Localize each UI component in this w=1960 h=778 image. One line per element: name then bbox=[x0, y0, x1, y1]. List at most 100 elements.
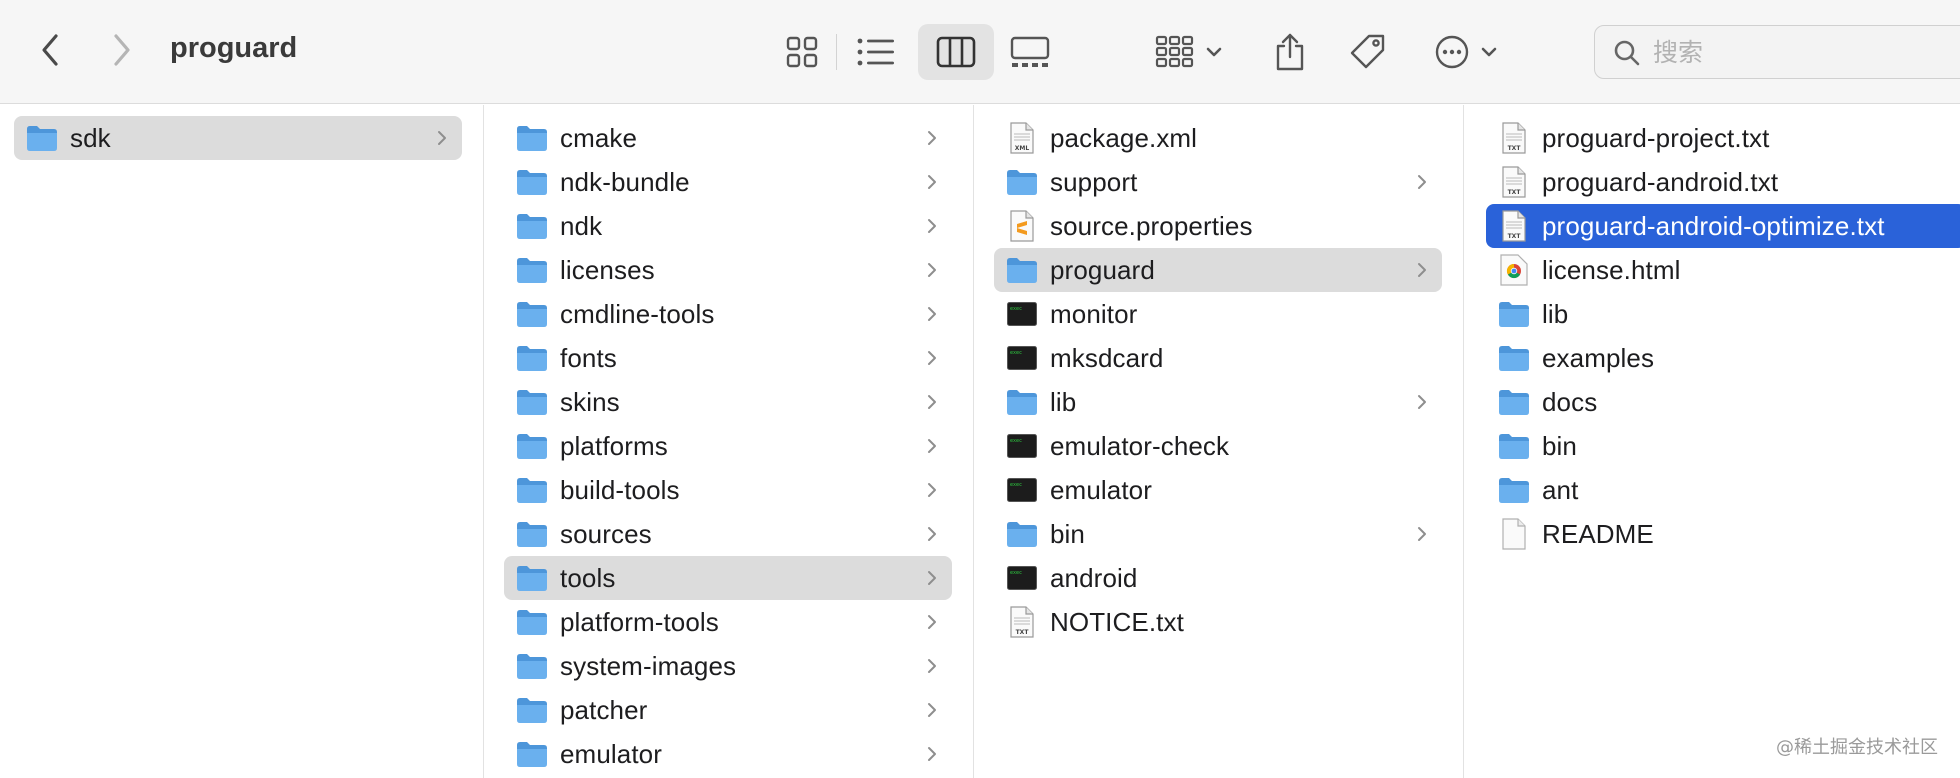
list-item-label: proguard bbox=[1050, 254, 1155, 285]
list-item[interactable]: exec monitor bbox=[994, 292, 1442, 336]
list-item-label: source.properties bbox=[1050, 210, 1253, 241]
list-item[interactable]: exec android bbox=[994, 556, 1442, 600]
list-item[interactable]: cmake bbox=[504, 116, 952, 160]
more-actions-button[interactable] bbox=[1426, 24, 1506, 80]
list-item[interactable]: cmdline-tools bbox=[504, 292, 952, 336]
list-item[interactable]: sources bbox=[504, 512, 952, 556]
folder-icon bbox=[1006, 386, 1038, 418]
svg-text:XML: XML bbox=[1015, 145, 1030, 152]
list-item[interactable]: support bbox=[994, 160, 1442, 204]
list-item-label: proguard-android.txt bbox=[1542, 166, 1779, 197]
search-icon bbox=[1614, 40, 1640, 66]
gallery-view-button[interactable] bbox=[1002, 24, 1058, 80]
folder-icon bbox=[1498, 430, 1530, 462]
list-item-label: cmdline-tools bbox=[560, 298, 715, 329]
window-title: proguard bbox=[170, 32, 298, 64]
txt-file-icon: TXT bbox=[1498, 122, 1530, 154]
folder-icon bbox=[516, 518, 548, 550]
list-item-label: emulator bbox=[560, 738, 662, 769]
list-item[interactable]: emulator bbox=[504, 732, 952, 776]
list-item[interactable]: bin bbox=[1486, 424, 1960, 468]
folder-icon bbox=[516, 342, 548, 374]
list-item-label: lib bbox=[1542, 298, 1569, 329]
folder-icon bbox=[516, 254, 548, 286]
list-item-label: bin bbox=[1050, 518, 1085, 549]
list-item-label: examples bbox=[1542, 342, 1655, 373]
list-view-button[interactable] bbox=[848, 24, 904, 80]
list-item[interactable]: TXT proguard-android.txt bbox=[1486, 160, 1960, 204]
list-item-label: platform-tools bbox=[560, 606, 719, 637]
list-item[interactable]: docs bbox=[1486, 380, 1960, 424]
list-item[interactable]: system-images bbox=[504, 644, 952, 688]
folder-icon bbox=[1498, 386, 1530, 418]
search-field[interactable] bbox=[1594, 25, 1960, 79]
list-item[interactable]: exec emulator bbox=[994, 468, 1442, 512]
chevron-left-icon bbox=[42, 34, 58, 66]
list-item[interactable]: source.properties bbox=[994, 204, 1442, 248]
list-item-label: README bbox=[1542, 518, 1654, 549]
list-item[interactable]: ndk bbox=[504, 204, 952, 248]
list-item[interactable]: license.html bbox=[1486, 248, 1960, 292]
list-item-label: sources bbox=[560, 518, 652, 549]
column-4: TXT proguard-project.txt TXT proguard-andro… bbox=[1464, 105, 1960, 778]
txt-file-icon: TXT bbox=[1498, 166, 1530, 198]
chevron-right-icon bbox=[926, 744, 938, 764]
list-item[interactable]: licenses bbox=[504, 248, 952, 292]
list-item[interactable]: lib bbox=[994, 380, 1442, 424]
terminal-exec-icon: exec bbox=[1006, 298, 1038, 330]
chevron-right-icon bbox=[926, 172, 938, 192]
group-by-button[interactable] bbox=[1150, 24, 1228, 80]
list-item-label: cmake bbox=[560, 122, 638, 153]
column-view-button[interactable] bbox=[918, 24, 994, 80]
list-item-label: mksdcard bbox=[1050, 342, 1164, 373]
txt-file-icon: TXT bbox=[1006, 606, 1038, 638]
chevron-right-icon bbox=[926, 524, 938, 544]
list-item[interactable]: TXT NOTICE.txt bbox=[994, 600, 1442, 644]
list-item[interactable]: ant bbox=[1486, 468, 1960, 512]
folder-icon bbox=[516, 650, 548, 682]
share-icon bbox=[1276, 33, 1304, 71]
folder-icon bbox=[516, 430, 548, 462]
list-item[interactable]: tools bbox=[504, 556, 952, 600]
chevron-right-icon bbox=[436, 128, 448, 148]
list-item-label: android bbox=[1050, 562, 1138, 593]
list-item[interactable]: bin bbox=[994, 512, 1442, 556]
chevron-right-icon bbox=[926, 700, 938, 720]
list-item-label: build-tools bbox=[560, 474, 680, 505]
chevron-right-icon bbox=[926, 304, 938, 324]
icon-view-button[interactable] bbox=[774, 24, 830, 80]
list-item[interactable]: README bbox=[1486, 512, 1960, 556]
list-item[interactable]: sdk bbox=[14, 116, 462, 160]
list-item-label: patcher bbox=[560, 694, 648, 725]
tag-button[interactable] bbox=[1340, 24, 1396, 80]
search-input[interactable] bbox=[1653, 34, 1953, 70]
list-item[interactable]: platform-tools bbox=[504, 600, 952, 644]
list-item[interactable]: lib bbox=[1486, 292, 1960, 336]
list-item[interactable]: build-tools bbox=[504, 468, 952, 512]
list-item[interactable]: examples bbox=[1486, 336, 1960, 380]
list-item[interactable]: platforms bbox=[504, 424, 952, 468]
list-item[interactable]: patcher bbox=[504, 688, 952, 732]
list-item[interactable]: TXT proguard-project.txt bbox=[1486, 116, 1960, 160]
xml-file-icon: XML bbox=[1006, 122, 1038, 154]
back-button[interactable] bbox=[28, 28, 72, 72]
folder-icon bbox=[26, 122, 58, 154]
folder-icon bbox=[516, 562, 548, 594]
toolbar: proguard bbox=[0, 0, 1960, 104]
share-button[interactable] bbox=[1262, 24, 1318, 80]
list-item-label: bin bbox=[1542, 430, 1577, 461]
list-item[interactable]: fonts bbox=[504, 336, 952, 380]
chevron-right-icon bbox=[926, 612, 938, 632]
chevron-right-icon bbox=[1416, 392, 1428, 412]
chevron-right-icon bbox=[926, 392, 938, 412]
list-item[interactable]: exec emulator-check bbox=[994, 424, 1442, 468]
list-item[interactable]: XML package.xml bbox=[994, 116, 1442, 160]
list-item[interactable]: ndk-bundle bbox=[504, 160, 952, 204]
list-item-label: license.html bbox=[1542, 254, 1681, 285]
list-item[interactable]: skins bbox=[504, 380, 952, 424]
svg-text:TXT: TXT bbox=[1508, 189, 1522, 196]
list-item[interactable]: proguard bbox=[994, 248, 1442, 292]
forward-button[interactable] bbox=[100, 28, 144, 72]
list-item[interactable]: TXT proguard-android-optimize.txt bbox=[1486, 204, 1960, 248]
list-item[interactable]: exec mksdcard bbox=[994, 336, 1442, 380]
